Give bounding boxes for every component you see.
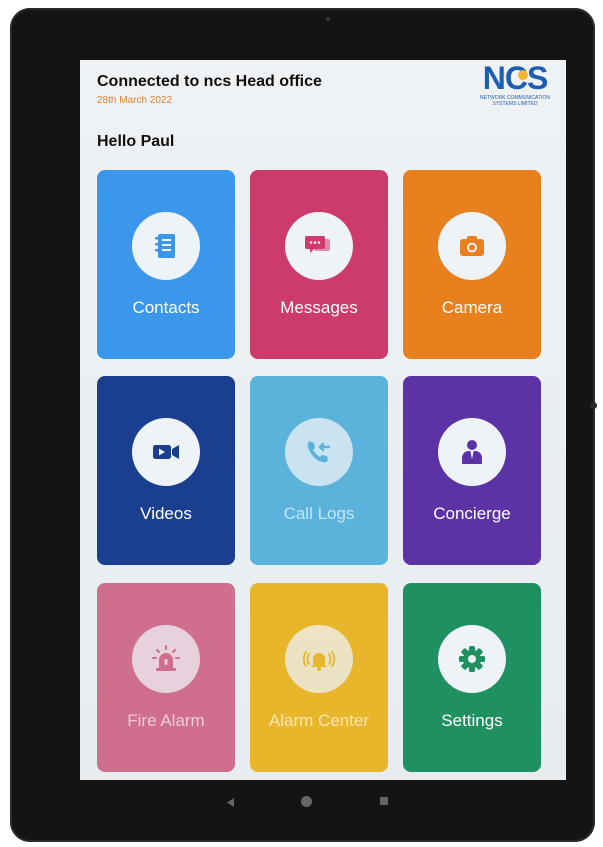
tile-label: Call Logs [283, 504, 355, 523]
front-camera [326, 17, 330, 21]
tile-alarm-center[interactable]: Alarm Center [250, 583, 388, 772]
tile-label: Alarm Center [268, 711, 370, 730]
tile-label: Concierge [433, 504, 511, 523]
messages-circle [285, 212, 353, 280]
tile-settings[interactable]: Settings [403, 583, 541, 772]
gear-icon [459, 646, 485, 672]
tile-call-logs[interactable]: Call Logs [250, 376, 388, 565]
video-camera-icon [153, 445, 179, 459]
alarm-center-circle [285, 625, 353, 693]
tile-label: Camera [441, 298, 503, 317]
tile-concierge[interactable]: Concierge [403, 376, 541, 565]
tile-camera[interactable]: Camera [403, 170, 541, 359]
recents-square-icon[interactable] [380, 797, 388, 805]
app-grid: Contacts Messages Camera Videos Call Log… [80, 60, 566, 780]
tile-label: Videos [140, 504, 192, 523]
tile-label: Messages [280, 298, 358, 317]
tile-label: Contacts [132, 298, 200, 317]
home-circle-icon[interactable] [301, 796, 312, 807]
tile-messages[interactable]: Messages [250, 170, 388, 359]
contacts-book-icon [155, 234, 175, 258]
back-triangle-icon[interactable] [227, 798, 235, 807]
tile-fire-alarm[interactable]: Fire Alarm [97, 583, 235, 772]
fire-alarm-circle [132, 625, 200, 693]
tile-label: Settings [441, 711, 503, 730]
concierge-circle [438, 418, 506, 486]
settings-circle [438, 625, 506, 693]
tablet-frame: Connected to ncs Head office 28th March … [10, 8, 597, 842]
contacts-circle [132, 212, 200, 280]
camera-circle [438, 212, 506, 280]
call-logs-circle [285, 418, 353, 486]
tile-contacts[interactable]: Contacts [97, 170, 235, 359]
concierge-person-icon [462, 440, 482, 464]
android-nav-bar [10, 780, 595, 820]
side-sensor [590, 402, 597, 409]
call-log-icon [307, 441, 331, 463]
tile-label: Fire Alarm [127, 711, 205, 730]
videos-circle [132, 418, 200, 486]
siren-icon [152, 645, 180, 671]
tile-videos[interactable]: Videos [97, 376, 235, 565]
app-screen: Connected to ncs Head office 28th March … [80, 60, 566, 780]
alarm-bell-icon [302, 651, 336, 671]
camera-icon [460, 236, 484, 256]
chat-bubbles-icon [305, 236, 330, 253]
